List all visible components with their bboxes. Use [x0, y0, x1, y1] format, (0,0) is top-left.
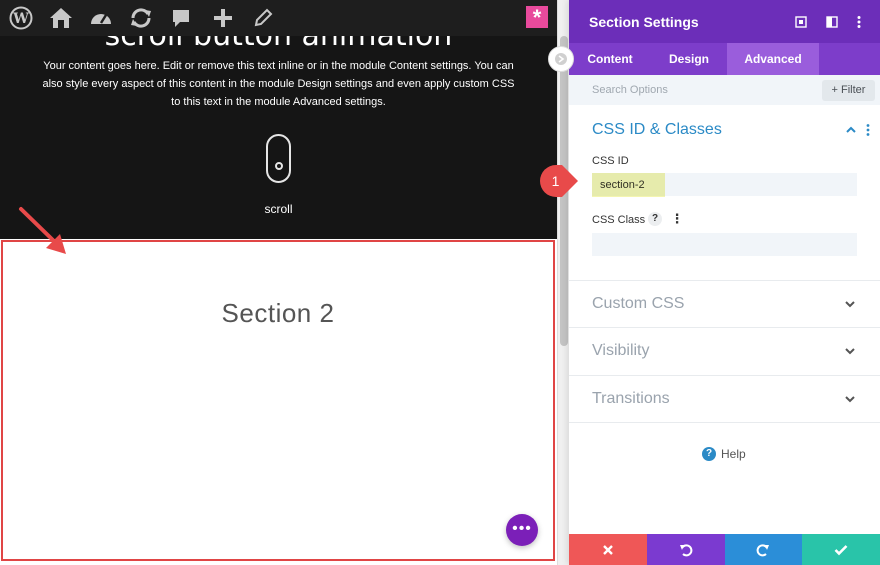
- panel-menu-icon[interactable]: [850, 13, 868, 31]
- help-circle-icon: ?: [702, 447, 716, 461]
- filter-button[interactable]: + Filter: [822, 80, 875, 101]
- plus-icon[interactable]: [208, 4, 238, 32]
- help-link[interactable]: ? Help: [702, 446, 746, 462]
- close-icon: [603, 544, 613, 555]
- section2-title[interactable]: Section 2: [3, 298, 553, 329]
- step-annotation: 1: [540, 164, 580, 198]
- chevron-up-icon[interactable]: [845, 123, 857, 141]
- group-menu-icon[interactable]: [866, 123, 870, 141]
- redo-button[interactable]: [724, 534, 803, 565]
- css-class-field[interactable]: [592, 233, 857, 256]
- help-icon[interactable]: ?: [648, 212, 662, 226]
- chevron-down-icon: [845, 396, 855, 403]
- css-id-field[interactable]: [592, 173, 857, 196]
- collapse-panel-icon[interactable]: [548, 46, 574, 72]
- svg-text:W: W: [12, 11, 29, 27]
- filter-label: Filter: [841, 84, 866, 96]
- field-menu-icon[interactable]: ⋮: [670, 211, 684, 227]
- pencil-icon[interactable]: [248, 4, 278, 32]
- css-class-label: CSS Class: [592, 214, 646, 226]
- wordpress-icon[interactable]: W: [6, 4, 36, 32]
- save-button[interactable]: [802, 534, 880, 565]
- mouse-wheel-dot: [275, 162, 283, 170]
- group-visibility[interactable]: Visibility: [569, 328, 880, 374]
- annotation-arrow-icon: [19, 207, 66, 254]
- chevron-down-icon: [845, 301, 855, 308]
- divider: [569, 422, 880, 423]
- builder-canvas: scroll button animation Your content goe…: [0, 0, 557, 565]
- css-id-label: CSS ID: [592, 155, 629, 167]
- search-row: + Filter: [569, 75, 880, 105]
- css-id-classes-title[interactable]: CSS ID & Classes: [592, 121, 722, 139]
- scroll-mouse-icon[interactable]: [266, 134, 291, 183]
- section-2[interactable]: Section 2 •••: [1, 240, 555, 561]
- refresh-icon[interactable]: [126, 4, 156, 32]
- canvas-scrollbar[interactable]: [557, 0, 569, 565]
- settings-panel: Section Settings Content Design Advanced…: [569, 0, 880, 565]
- settings-tabs: Content Design Advanced: [569, 43, 880, 75]
- check-icon: [834, 544, 848, 555]
- group-transitions[interactable]: Transitions: [569, 376, 880, 422]
- group-label: Custom CSS: [592, 295, 685, 312]
- hero-text[interactable]: Your content goes here. Edit or remove t…: [40, 57, 517, 111]
- scroll-label: scroll: [264, 202, 293, 216]
- group-label: Visibility: [592, 342, 650, 359]
- tab-advanced[interactable]: Advanced: [727, 43, 819, 75]
- undo-button[interactable]: [646, 534, 725, 565]
- dashboard-icon[interactable]: [86, 4, 116, 32]
- split-view-icon[interactable]: [823, 13, 841, 31]
- plus-icon: +: [831, 84, 842, 96]
- comment-icon[interactable]: [166, 4, 196, 32]
- home-icon[interactable]: [46, 4, 76, 32]
- divi-star-icon[interactable]: *: [526, 6, 548, 30]
- tab-design[interactable]: Design: [651, 43, 727, 75]
- help-label: Help: [721, 447, 746, 461]
- search-options-input[interactable]: [581, 79, 811, 101]
- step-number: 1: [551, 173, 560, 189]
- panel-title: Section Settings: [589, 14, 699, 30]
- group-label: Transitions: [592, 390, 670, 407]
- group-custom-css[interactable]: Custom CSS: [569, 281, 880, 327]
- panel-footer: [569, 534, 880, 565]
- discard-button[interactable]: [569, 534, 647, 565]
- undo-icon: [679, 543, 692, 556]
- redo-icon: [757, 543, 770, 556]
- chevron-down-icon: [845, 348, 855, 355]
- panel-header: Section Settings: [569, 0, 880, 43]
- fullscreen-icon[interactable]: [792, 13, 810, 31]
- tab-content[interactable]: Content: [569, 43, 651, 75]
- more-options-button[interactable]: •••: [506, 514, 538, 546]
- wp-admin-bar: W *: [0, 0, 557, 36]
